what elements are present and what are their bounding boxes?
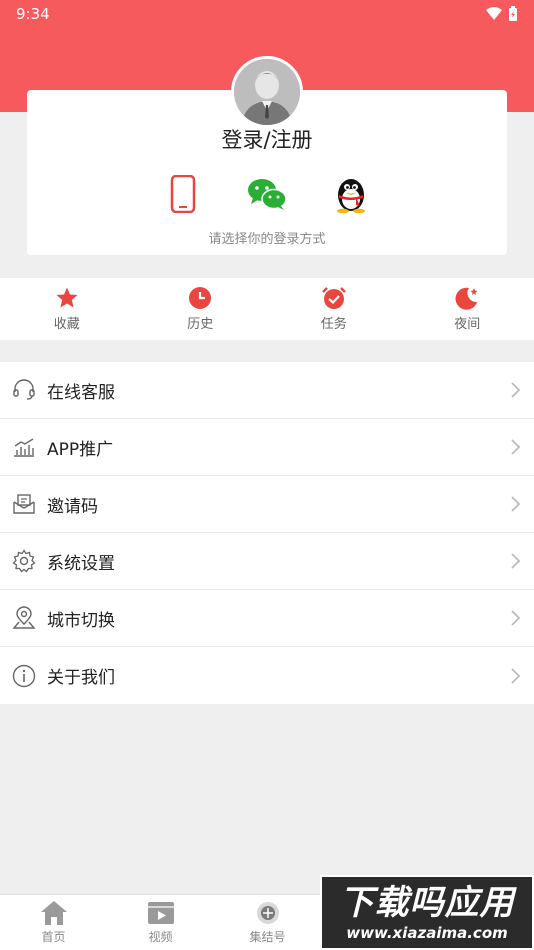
- tab-label: 视频: [148, 930, 173, 944]
- tab-label: 集结号: [249, 930, 286, 944]
- chevron-right-icon: [511, 496, 521, 512]
- star-icon: [56, 287, 78, 308]
- login-register-link[interactable]: 登录/注册: [0, 124, 534, 154]
- status-icons: [486, 6, 518, 22]
- tab-rally[interactable]: 集结号: [214, 895, 321, 950]
- chevron-right-icon: [511, 667, 521, 684]
- login-methods: [0, 174, 534, 214]
- watermark-url: www.xiazaima.com: [346, 923, 508, 942]
- chevron-right-icon: [511, 553, 521, 569]
- chevron-right-icon: [511, 610, 521, 626]
- qq-icon: [337, 179, 365, 213]
- wechat-icon: [248, 179, 287, 210]
- chart-icon: [12, 435, 36, 459]
- battery-icon: [509, 6, 517, 21]
- qq-login-button[interactable]: [331, 174, 371, 214]
- phone-icon: [170, 175, 196, 213]
- watermark-title: 下载吗应用: [339, 882, 515, 923]
- status-time: 9:34: [16, 5, 50, 23]
- menu-item-online-service[interactable]: 在线客服: [0, 362, 534, 419]
- quick-night-mode[interactable]: 夜间: [401, 278, 534, 340]
- menu-label: APP推广: [47, 439, 114, 460]
- quick-label: 任务: [320, 317, 347, 332]
- status-bar: 9:34: [0, 0, 534, 28]
- menu-item-city-switch[interactable]: 城市切换: [0, 590, 534, 647]
- phone-login-button[interactable]: [163, 174, 203, 214]
- tab-video[interactable]: 视频: [107, 895, 214, 950]
- location-icon: [12, 606, 36, 630]
- watermark-logo: 下载吗应用 www.xiazaima.com: [320, 875, 534, 950]
- wechat-login-button[interactable]: [247, 174, 287, 214]
- menu-label: 系统设置: [47, 553, 115, 574]
- settings-menu: 在线客服 APP推广 邀请码 系统设置 城市切换 关于我们: [0, 362, 534, 704]
- quick-label: 收藏: [53, 317, 80, 332]
- menu-item-invite-code[interactable]: 邀请码: [0, 476, 534, 533]
- headset-icon: [12, 378, 36, 402]
- login-hint: 请选择你的登录方式: [208, 232, 326, 247]
- quick-history[interactable]: 历史: [134, 278, 268, 340]
- video-icon: [147, 902, 174, 924]
- tab-label: 首页: [41, 930, 66, 944]
- menu-item-about-us[interactable]: 关于我们: [0, 647, 534, 704]
- quick-label: 夜间: [454, 317, 481, 332]
- chevron-right-icon: [511, 439, 521, 455]
- gear-icon: [12, 549, 36, 573]
- avatar[interactable]: [231, 56, 303, 128]
- quick-tasks[interactable]: 任务: [267, 278, 401, 340]
- moon-icon: [455, 287, 478, 310]
- envelope-icon: [12, 492, 36, 516]
- menu-label: 在线客服: [47, 382, 115, 403]
- quick-label: 历史: [187, 317, 214, 332]
- menu-item-app-promotion[interactable]: APP推广: [0, 419, 534, 476]
- quick-favorites[interactable]: 收藏: [0, 278, 134, 340]
- menu-item-system-settings[interactable]: 系统设置: [0, 533, 534, 590]
- menu-label: 邀请码: [47, 496, 98, 517]
- menu-label: 关于我们: [47, 668, 115, 688]
- clock-icon: [189, 287, 212, 309]
- tab-home[interactable]: 首页: [0, 895, 107, 950]
- badge-icon: [256, 902, 279, 924]
- menu-label: 城市切换: [47, 610, 115, 631]
- quick-actions-bar: 收藏 历史 任务 夜间: [0, 278, 534, 340]
- chevron-right-icon: [511, 382, 521, 398]
- info-icon: [12, 664, 36, 688]
- user-silhouette-icon: [234, 59, 300, 125]
- wifi-icon: [486, 7, 502, 20]
- home-icon: [40, 901, 67, 925]
- alarm-icon: [321, 287, 346, 309]
